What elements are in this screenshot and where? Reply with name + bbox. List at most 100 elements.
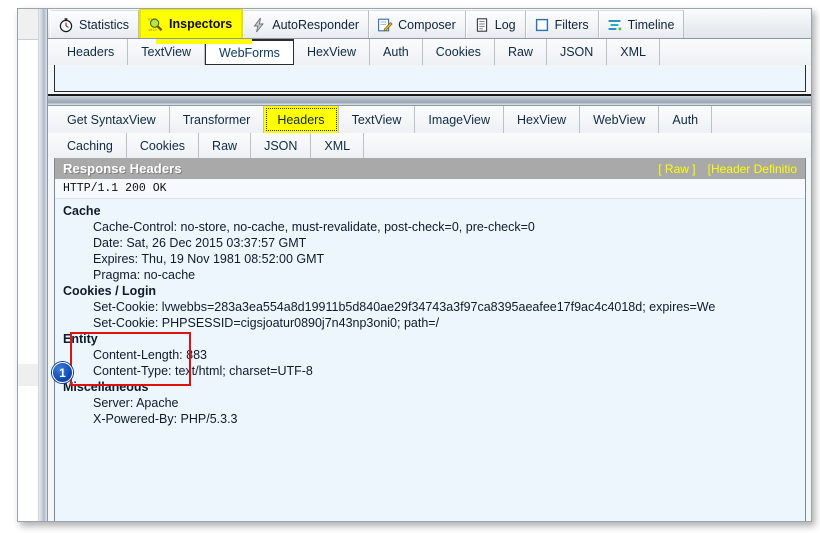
fiddler-window: Statistics 0101 1010 Inspectors	[17, 8, 812, 522]
response-tab-transformer-label: Transformer	[182, 112, 251, 127]
lightning-icon	[251, 17, 267, 33]
response-tab-cookies[interactable]: Cookies	[127, 133, 200, 158]
response-tab-auth-label: Auth	[672, 112, 699, 127]
magnifier-icon: 0101 1010	[148, 16, 164, 33]
response-tab-row2-filler	[364, 133, 811, 158]
request-tab-cookies[interactable]: Cookies	[423, 39, 495, 65]
request-tab-json-label: JSON	[559, 45, 594, 59]
response-tab-webview-label: WebView	[593, 112, 646, 127]
horizontal-splitter[interactable]	[48, 94, 811, 106]
header-group-entity[interactable]: Entity	[55, 331, 805, 347]
header-row: Server: Apache	[93, 396, 179, 410]
response-tab-textview-label: TextView	[351, 112, 402, 127]
header-row: Pragma: no-cache	[93, 268, 196, 282]
response-headers-panel: Response Headers [ Raw ] [Header Definit…	[54, 158, 806, 521]
header-row: Date: Sat, 26 Dec 2015 03:37:57 GMT	[93, 236, 307, 250]
response-tab-transformer[interactable]: Transformer	[170, 106, 265, 133]
header-row: X-Powered-By: PHP/5.3.3	[93, 412, 238, 426]
tab-filters-label: Filters	[554, 17, 589, 32]
response-tab-raw-label: Raw	[212, 138, 238, 153]
tab-filters[interactable]: Filters	[525, 10, 599, 38]
tab-timeline-label: Timeline	[627, 17, 675, 32]
response-tab-get-syntaxview[interactable]: Get SyntaxView	[54, 106, 170, 133]
annotation-callout-1: 1	[52, 362, 73, 383]
inspector-panes: Statistics 0101 1010 Inspectors	[48, 9, 811, 521]
tab-autoresponder-label: AutoResponder	[272, 17, 360, 32]
tab-composer-label: Composer	[398, 17, 456, 32]
tab-statistics-label: Statistics	[79, 17, 130, 32]
tab-statistics[interactable]: Statistics	[50, 10, 140, 38]
request-tab-raw-label: Raw	[507, 45, 533, 59]
tab-composer[interactable]: Composer	[369, 10, 466, 38]
document-icon	[474, 17, 490, 33]
response-tab-imageview-label: ImageView	[428, 112, 490, 127]
response-tab-json-label: JSON	[264, 138, 298, 153]
response-tab-json[interactable]: JSON	[251, 133, 312, 158]
header-row: Expires: Thu, 19 Nov 1981 08:52:00 GMT	[93, 252, 325, 266]
header-row: Cache-Control: no-store, no-cache, must-…	[93, 220, 535, 234]
request-tab-webforms-label: WebForms	[219, 45, 280, 60]
response-tab-hexview[interactable]: HexView	[504, 106, 581, 133]
session-list-stub[interactable]	[18, 9, 39, 521]
request-tab-strip-filler	[660, 39, 811, 65]
tab-autoresponder[interactable]: AutoResponder	[243, 10, 370, 38]
response-tab-imageview[interactable]: ImageView	[415, 106, 504, 133]
request-tab-highlight-overlay	[156, 39, 252, 44]
response-tab-auth[interactable]: Auth	[659, 106, 713, 133]
header-group-miscellaneous[interactable]: Miscellaneous	[55, 379, 805, 395]
vertical-splitter[interactable]	[39, 9, 48, 521]
response-tab-hexview-label: HexView	[516, 112, 567, 127]
response-tab-get-syntaxview-label: Get SyntaxView	[67, 112, 156, 127]
header-group-cache[interactable]: Cache	[55, 203, 805, 219]
header-definitions-link[interactable]: [Header Definitio	[708, 162, 797, 176]
request-tab-hexview[interactable]: HexView	[294, 39, 371, 65]
tab-inspectors-label: Inspectors	[169, 17, 233, 31]
response-tab-xml[interactable]: XML	[311, 133, 365, 158]
response-tab-raw[interactable]: Raw	[199, 133, 252, 158]
tab-log[interactable]: Log	[465, 10, 526, 38]
request-tab-textview-label: TextView	[141, 45, 192, 59]
response-tab-headers[interactable]: Headers	[264, 106, 339, 133]
svg-text:1010: 1010	[148, 29, 157, 32]
response-tab-headers-label: Headers	[277, 112, 325, 127]
header-row: Content-Type: text/html; charset=UTF-8	[93, 364, 313, 378]
response-tab-caching[interactable]: Caching	[54, 133, 127, 158]
response-tab-webview[interactable]: WebView	[580, 106, 660, 133]
request-body-panel[interactable]	[54, 65, 806, 92]
request-tab-headers[interactable]: Headers	[54, 39, 129, 65]
header-row: Content-Length: 883	[93, 348, 207, 362]
header-group-list: Cache Cache-Control: no-store, no-cache,…	[55, 199, 805, 427]
response-tab-strip-row2: Caching Cookies Raw JSON XML	[48, 133, 811, 158]
pencil-note-icon	[377, 17, 393, 33]
request-tab-auth-label: Auth	[383, 45, 409, 59]
http-status-line: HTTP/1.1 200 OK	[55, 179, 805, 199]
response-tab-textview[interactable]: TextView	[339, 106, 416, 133]
header-row-set-cookie-lvwebbs: Set-Cookie: lvwebbs=283a3ea554a8d19911b5…	[93, 300, 716, 314]
page-title: Response Headers	[63, 161, 182, 176]
request-tab-cookies-label: Cookies	[435, 45, 481, 59]
stopwatch-icon	[58, 17, 74, 33]
response-tab-caching-label: Caching	[67, 138, 113, 153]
header-group-cookies-login[interactable]: Cookies / Login	[55, 283, 805, 299]
raw-link[interactable]: [ Raw ]	[658, 162, 695, 176]
request-tab-xml[interactable]: XML	[607, 39, 660, 65]
main-tab-strip: Statistics 0101 1010 Inspectors	[48, 9, 811, 39]
tab-inspectors[interactable]: 0101 1010 Inspectors	[139, 9, 244, 38]
request-tab-raw[interactable]: Raw	[495, 39, 547, 65]
session-list-header	[18, 9, 38, 40]
response-tab-cookies-label: Cookies	[139, 138, 186, 153]
session-list-selected-row[interactable]	[18, 364, 38, 386]
tab-timeline[interactable]: Timeline	[598, 10, 685, 38]
timeline-bars-icon	[607, 17, 623, 33]
request-tab-auth[interactable]: Auth	[370, 39, 423, 65]
request-tab-strip: Headers TextView WebForms HexView Auth C…	[48, 39, 811, 65]
request-tab-hexview-label: HexView	[306, 45, 357, 59]
request-tab-json[interactable]: JSON	[547, 39, 608, 65]
response-tab-strip-row1: Get SyntaxView Transformer Headers TextV…	[48, 106, 811, 133]
response-headers-titlebar: Response Headers [ Raw ] [Header Definit…	[55, 158, 805, 179]
header-row-set-cookie-phpsessid: Set-Cookie: PHPSESSID=cigsjoatur0890j7n4…	[93, 316, 440, 330]
screenshot-root: Statistics 0101 1010 Inspectors	[0, 0, 820, 533]
response-tab-row1-filler	[712, 106, 811, 133]
request-tab-xml-label: XML	[620, 45, 646, 59]
tab-log-label: Log	[494, 17, 516, 32]
